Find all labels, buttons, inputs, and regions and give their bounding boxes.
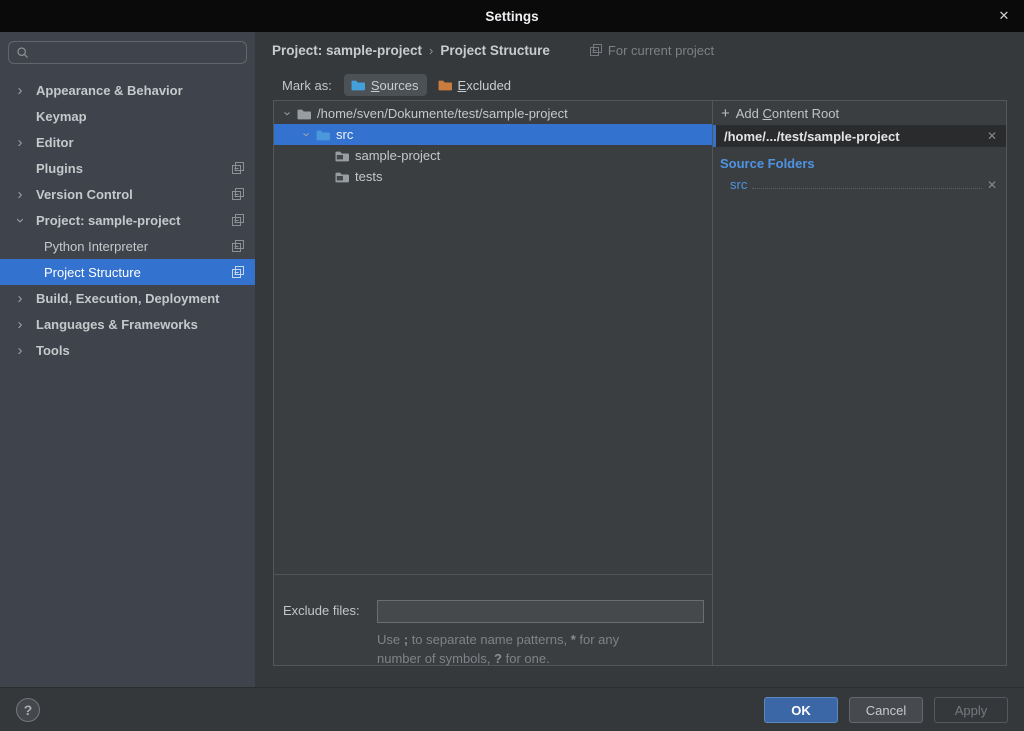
settings-sync-icon [232, 214, 244, 226]
mark-as-label: Mark as: [282, 78, 332, 93]
exclude-files-hint: Use ; to separate name patterns, * for a… [377, 630, 619, 668]
tree-row-label: tests [355, 169, 382, 184]
sidebar-item-version-control[interactable]: Version Control [0, 181, 255, 207]
cancel-button[interactable]: Cancel [849, 697, 923, 723]
sidebar-item-project-structure[interactable]: Project Structure [0, 259, 255, 285]
sidebar-item-editor[interactable]: Editor [0, 129, 255, 155]
sidebar-item-python-interpreter[interactable]: Python Interpreter [0, 233, 255, 259]
source-folder-name: src [730, 177, 747, 192]
tree-row-label: /home/sven/Dokumente/test/sample-project [317, 106, 568, 121]
content-roots-panel: + Add Content Root /home/.../test/sample… [713, 101, 1006, 665]
for-current-project-icon [590, 44, 602, 56]
content-root-tree: /home/sven/Dokumente/test/sample-project… [274, 101, 713, 665]
dialog-footer: ? OK Cancel Apply [0, 687, 1024, 731]
tree-row-src[interactable]: src [274, 124, 712, 145]
sidebar-item-build-execution-deployment[interactable]: Build, Execution, Deployment [0, 285, 255, 311]
chevron-right-icon[interactable] [13, 311, 27, 337]
mark-as-excluded-button[interactable]: Excluded [431, 74, 519, 96]
chevron-right-icon[interactable] [13, 285, 27, 311]
chevron-right-icon[interactable] [13, 129, 27, 155]
folder-icon [296, 106, 312, 122]
chevron-right-icon[interactable] [13, 337, 27, 363]
exclude-files-section: Exclude files: Use ; to separate name pa… [274, 574, 712, 665]
sidebar-item-languages-frameworks[interactable]: Languages & Frameworks [0, 311, 255, 337]
add-content-root-button[interactable]: + Add Content Root [713, 102, 1006, 125]
dotted-leader [752, 176, 982, 189]
tree-row-sample-project[interactable]: sample-project [274, 145, 712, 166]
folder-icon [334, 169, 350, 185]
chevron-down-icon[interactable] [13, 207, 27, 233]
mark-as-toolbar: Mark as: Sources Excluded [255, 70, 1024, 100]
settings-sync-icon [232, 266, 244, 278]
sidebar-item-tools[interactable]: Tools [0, 337, 255, 363]
content-root-path: /home/.../test/sample-project [724, 129, 987, 144]
tree-row-content-root[interactable]: /home/sven/Dokumente/test/sample-project [274, 103, 712, 124]
titlebar: Settings ✕ [0, 0, 1024, 32]
dialog-title: Settings [485, 9, 538, 24]
sidebar-item-project-sample-project[interactable]: Project: sample-project [0, 207, 255, 233]
breadcrumb-separator: › [429, 43, 433, 58]
breadcrumb-project[interactable]: Project: sample-project [272, 43, 422, 58]
settings-nav: Appearance & Behavior Keymap Editor Plug… [0, 77, 255, 363]
remove-source-folder-icon[interactable]: ✕ [987, 178, 997, 192]
plus-icon: + [721, 106, 730, 121]
chevron-right-icon[interactable] [13, 77, 27, 103]
chevron-down-icon[interactable] [280, 106, 296, 121]
settings-sync-icon [232, 162, 244, 174]
scope-note-label: For current project [608, 43, 714, 58]
chevron-right-icon[interactable] [13, 181, 27, 207]
search-icon [16, 46, 30, 60]
sidebar-item-keymap[interactable]: Keymap [0, 103, 255, 129]
settings-sync-icon [232, 240, 244, 252]
settings-sidebar: Appearance & Behavior Keymap Editor Plug… [0, 32, 255, 687]
source-folder-icon [315, 127, 331, 143]
source-folder-entry[interactable]: src ✕ [730, 176, 997, 192]
settings-dialog: Settings ✕ Appearance & Behavior Keymap … [0, 0, 1024, 731]
project-structure-panel: /home/sven/Dokumente/test/sample-project… [273, 100, 1007, 666]
settings-sync-icon [232, 188, 244, 200]
help-button[interactable]: ? [16, 698, 40, 722]
tree-row-tests[interactable]: tests [274, 166, 712, 187]
breadcrumb: Project: sample-project › Project Struct… [255, 32, 1024, 68]
chevron-down-icon[interactable] [299, 127, 315, 142]
tree-row-label: src [336, 127, 353, 142]
exclude-files-input[interactable] [377, 600, 704, 623]
mark-as-sources-button[interactable]: Sources [344, 74, 427, 96]
apply-button[interactable]: Apply [934, 697, 1008, 723]
ok-button[interactable]: OK [764, 697, 838, 723]
close-icon[interactable]: ✕ [993, 0, 1015, 32]
search-input[interactable] [36, 44, 246, 61]
remove-content-root-icon[interactable]: ✕ [987, 129, 997, 143]
content-root-entry[interactable]: /home/.../test/sample-project ✕ [713, 125, 1006, 147]
settings-search[interactable] [8, 41, 247, 64]
excluded-folder-icon [437, 77, 453, 93]
scope-note: For current project [590, 43, 714, 58]
sidebar-item-appearance-behavior[interactable]: Appearance & Behavior [0, 77, 255, 103]
sources-folder-icon [350, 77, 366, 93]
exclude-files-label: Exclude files: [283, 603, 360, 618]
tree-row-label: sample-project [355, 148, 440, 163]
source-folders-heading: Source Folders [720, 156, 1006, 171]
sidebar-item-plugins[interactable]: Plugins [0, 155, 255, 181]
breadcrumb-page: Project Structure [440, 43, 550, 58]
folder-icon [334, 148, 350, 164]
